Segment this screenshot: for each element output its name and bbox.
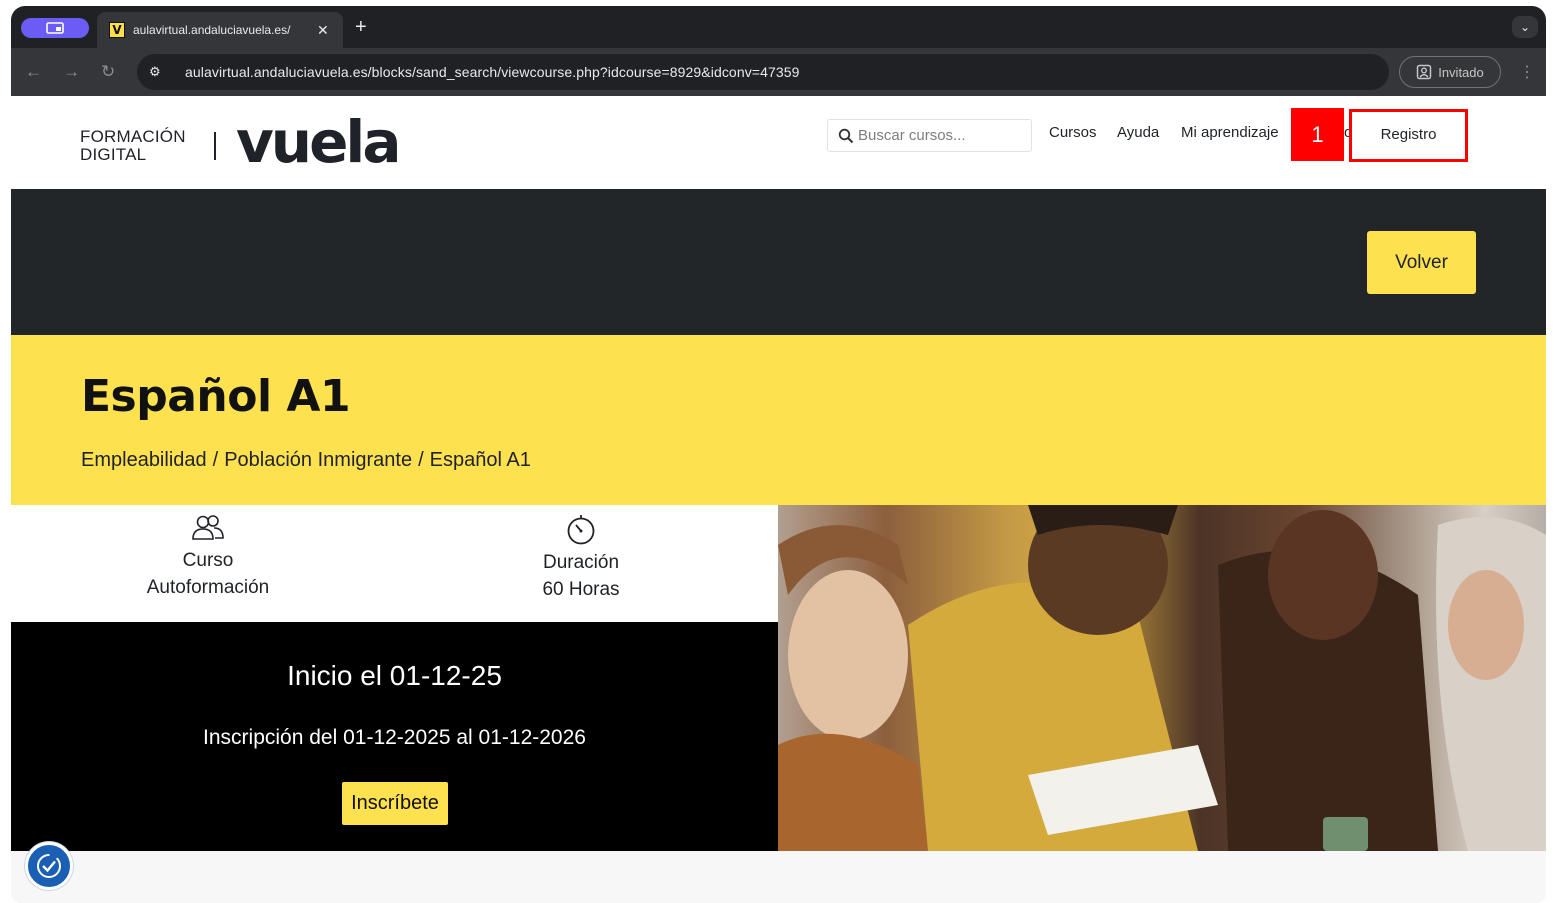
site-settings-tune-icon[interactable]: ⚙ bbox=[149, 64, 169, 80]
tab-list-chevron-down-icon[interactable]: ⌄ bbox=[1512, 16, 1538, 38]
course-type-info: Curso Autoformación bbox=[108, 513, 308, 601]
logo-formacion-digital[interactable]: FORMACIÓN DIGITAL bbox=[80, 128, 186, 164]
enrollment-period: Inscripción del 01-12-2025 al 01-12-2026 bbox=[203, 726, 586, 749]
tab-groups-button[interactable] bbox=[21, 18, 89, 38]
breadcrumb-item-current: Español A1 bbox=[429, 449, 531, 471]
url-text: aulavirtual.andaluciavuela.es/blocks/san… bbox=[185, 64, 800, 80]
duration-label: Duración bbox=[542, 552, 620, 573]
browser-window: V aulavirtual.andaluciavuela.es/ ✕ + ⌄ ←… bbox=[11, 6, 1546, 903]
course-hero-photo bbox=[778, 505, 1546, 851]
hero-dark-band: Volver bbox=[11, 189, 1546, 335]
page-footer-area bbox=[11, 851, 1546, 903]
tab-active[interactable]: V aulavirtual.andaluciavuela.es/ ✕ bbox=[97, 12, 343, 48]
guest-profile-label: Invitado bbox=[1438, 64, 1484, 80]
site-favicon-icon: V bbox=[109, 22, 125, 38]
tab-search-icon bbox=[46, 22, 64, 34]
page-title: Español A1 bbox=[81, 371, 351, 422]
accessibility-check-icon bbox=[37, 854, 61, 878]
search-courses-input[interactable]: Buscar cursos... bbox=[827, 119, 1032, 152]
forward-arrow-icon[interactable]: → bbox=[63, 62, 80, 82]
tab-title: aulavirtual.andaluciavuela.es/ bbox=[133, 23, 291, 37]
annotation-callout-number: 1 bbox=[1291, 108, 1344, 161]
reload-icon[interactable]: ↻ bbox=[101, 62, 115, 82]
start-date: Inicio el 01-12-25 bbox=[287, 660, 502, 691]
guest-profile-button[interactable]: Invitado bbox=[1399, 56, 1501, 88]
new-tab-plus-icon[interactable]: + bbox=[355, 16, 367, 39]
browser-toolbar: ← → ↻ ⚙ aulavirtual.andaluciavuela.es/bl… bbox=[11, 48, 1546, 96]
breadcrumb-item-empleabilidad[interactable]: Empleabilidad bbox=[81, 449, 207, 472]
logo-line-1: FORMACIÓN bbox=[80, 127, 186, 146]
logo-line-2: DIGITAL bbox=[80, 145, 147, 164]
search-icon bbox=[838, 128, 854, 143]
profile-icon bbox=[1416, 64, 1432, 80]
breadcrumb-separator: / bbox=[212, 449, 219, 471]
stopwatch-icon bbox=[567, 515, 595, 545]
course-type-label: Curso bbox=[182, 550, 234, 571]
tab-close-icon[interactable]: ✕ bbox=[317, 22, 329, 39]
tab-strip: V aulavirtual.andaluciavuela.es/ ✕ + ⌄ bbox=[11, 6, 1546, 48]
address-bar[interactable]: ⚙ aulavirtual.andaluciavuela.es/blocks/s… bbox=[137, 54, 1389, 90]
back-arrow-icon[interactable]: ← bbox=[25, 62, 42, 82]
duration-value: 60 Horas bbox=[542, 579, 620, 600]
search-placeholder: Buscar cursos... bbox=[858, 127, 966, 144]
breadcrumb: Empleabilidad / Población Inmigrante / E… bbox=[81, 449, 531, 472]
nav-registro[interactable]: Registro bbox=[1349, 109, 1468, 162]
logo-vuela[interactable]: vuela bbox=[236, 108, 401, 176]
browser-menu-kebab-icon[interactable]: ⋮ bbox=[1519, 62, 1535, 82]
nav-registro-label: Registro bbox=[1380, 126, 1437, 143]
course-title-band: Español A1 Empleabilidad / Población Inm… bbox=[11, 335, 1546, 505]
nav-cursos[interactable]: Cursos bbox=[1049, 124, 1097, 141]
course-duration-info: Duración 60 Horas bbox=[481, 513, 681, 603]
inscribete-button[interactable]: Inscríbete bbox=[342, 782, 448, 825]
users-icon bbox=[192, 515, 224, 540]
course-dates-panel: Inicio el 01-12-25 Inscripción del 01-12… bbox=[11, 622, 778, 851]
accessibility-widget-button[interactable] bbox=[25, 842, 73, 890]
course-info-row: Curso Autoformación Duración 60 Horas bbox=[11, 505, 778, 622]
breadcrumb-item-poblacion-inmigrante[interactable]: Población Inmigrante bbox=[224, 449, 412, 472]
volver-button[interactable]: Volver bbox=[1367, 231, 1476, 294]
logo-divider bbox=[214, 132, 216, 160]
people-photo-illustration bbox=[778, 505, 1546, 851]
site-header: FORMACIÓN DIGITAL vuela Buscar cursos...… bbox=[11, 96, 1546, 189]
nav-ayuda[interactable]: Ayuda bbox=[1117, 124, 1159, 141]
course-type-value: Autoformación bbox=[146, 577, 270, 598]
nav-mi-aprendizaje[interactable]: Mi aprendizaje bbox=[1181, 124, 1279, 141]
breadcrumb-separator: / bbox=[418, 449, 424, 471]
